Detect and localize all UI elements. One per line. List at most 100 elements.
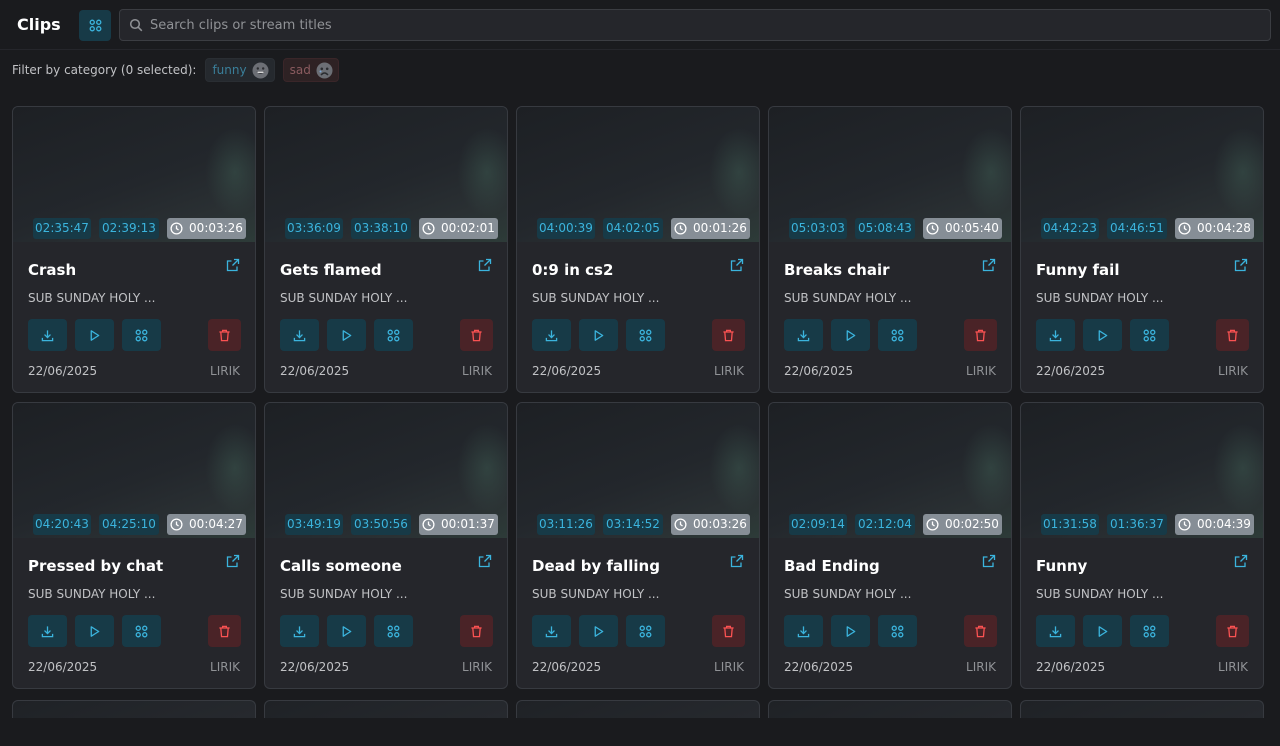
play-button[interactable] bbox=[327, 615, 366, 647]
grinning-face-icon bbox=[252, 62, 269, 79]
clip-end-time: 01:36:37 bbox=[1107, 514, 1167, 535]
view-toggle-button[interactable] bbox=[79, 10, 111, 41]
search-input[interactable] bbox=[150, 10, 1260, 40]
categorize-button[interactable] bbox=[626, 615, 665, 647]
delete-button[interactable] bbox=[208, 319, 241, 351]
clip-title: Gets flamed bbox=[280, 261, 382, 279]
clip-duration: 00:01:37 bbox=[441, 517, 495, 531]
categorize-button[interactable] bbox=[374, 615, 413, 647]
download-icon bbox=[1049, 329, 1062, 341]
clip-start-time: 03:49:19 bbox=[285, 514, 343, 535]
play-button[interactable] bbox=[75, 319, 114, 351]
external-link-icon[interactable] bbox=[1234, 554, 1248, 568]
clip-card-partial bbox=[516, 700, 760, 718]
clip-end-time: 04:46:51 bbox=[1107, 218, 1167, 239]
categorize-button[interactable] bbox=[878, 319, 917, 351]
clock-icon bbox=[1178, 222, 1191, 235]
clip-channel: LIRIK bbox=[714, 364, 744, 378]
search-box[interactable] bbox=[119, 9, 1271, 41]
download-button[interactable] bbox=[532, 615, 571, 647]
stream-title: SUB SUNDAY HOLY ... bbox=[280, 291, 408, 305]
delete-button[interactable] bbox=[208, 615, 241, 647]
clip-channel: LIRIK bbox=[210, 660, 240, 674]
download-button[interactable] bbox=[784, 319, 823, 351]
categorize-button[interactable] bbox=[626, 319, 665, 351]
clip-card-partial bbox=[1020, 700, 1264, 718]
categorize-button[interactable] bbox=[878, 615, 917, 647]
external-link-icon[interactable] bbox=[982, 258, 996, 272]
grid-icon bbox=[387, 625, 400, 637]
play-button[interactable] bbox=[579, 615, 618, 647]
download-button[interactable] bbox=[280, 615, 319, 647]
download-icon bbox=[1049, 625, 1062, 637]
external-link-icon[interactable] bbox=[1234, 258, 1248, 272]
clip-card: 02:35:47 02:39:13 00:03:26 Crash SUB SUN… bbox=[12, 106, 256, 393]
categorize-button[interactable] bbox=[122, 319, 161, 351]
categorize-button[interactable] bbox=[122, 615, 161, 647]
clip-card: 05:03:03 05:08:43 00:05:40 Breaks chair … bbox=[768, 106, 1012, 393]
external-link-icon[interactable] bbox=[226, 258, 240, 272]
stream-title: SUB SUNDAY HOLY ... bbox=[784, 587, 912, 601]
external-link-icon[interactable] bbox=[730, 554, 744, 568]
download-button[interactable] bbox=[28, 615, 67, 647]
clip-duration: 00:04:27 bbox=[189, 517, 243, 531]
clock-icon bbox=[422, 518, 435, 531]
play-button[interactable] bbox=[579, 319, 618, 351]
delete-button[interactable] bbox=[964, 615, 997, 647]
delete-button[interactable] bbox=[712, 615, 745, 647]
download-icon bbox=[797, 329, 810, 341]
clip-date: 22/06/2025 bbox=[784, 660, 854, 674]
categorize-button[interactable] bbox=[374, 319, 413, 351]
download-icon bbox=[545, 329, 558, 341]
play-icon bbox=[342, 329, 352, 341]
download-button[interactable] bbox=[784, 615, 823, 647]
delete-button[interactable] bbox=[460, 615, 493, 647]
categorize-button[interactable] bbox=[1130, 615, 1169, 647]
delete-button[interactable] bbox=[460, 319, 493, 351]
external-link-icon[interactable] bbox=[478, 258, 492, 272]
stream-title: SUB SUNDAY HOLY ... bbox=[280, 587, 408, 601]
category-chip-sad[interactable]: sad bbox=[282, 58, 339, 82]
play-button[interactable] bbox=[75, 615, 114, 647]
play-button[interactable] bbox=[831, 615, 870, 647]
play-button[interactable] bbox=[327, 319, 366, 351]
clip-duration: 00:05:40 bbox=[945, 221, 999, 235]
clip-duration-badge: 00:02:50 bbox=[923, 514, 1002, 535]
trash-icon bbox=[219, 625, 230, 637]
delete-button[interactable] bbox=[1216, 319, 1249, 351]
clock-icon bbox=[170, 222, 183, 235]
download-button[interactable] bbox=[1036, 615, 1075, 647]
delete-button[interactable] bbox=[712, 319, 745, 351]
clip-start-time: 04:42:23 bbox=[1041, 218, 1099, 239]
delete-button[interactable] bbox=[1216, 615, 1249, 647]
play-icon bbox=[594, 329, 604, 341]
clip-end-time: 04:25:10 bbox=[99, 514, 159, 535]
download-button[interactable] bbox=[1036, 319, 1075, 351]
download-button[interactable] bbox=[28, 319, 67, 351]
external-link-icon[interactable] bbox=[982, 554, 996, 568]
clip-duration-badge: 00:03:26 bbox=[671, 514, 750, 535]
clip-start-time: 02:35:47 bbox=[33, 218, 91, 239]
category-chip-funny[interactable]: funny bbox=[205, 58, 275, 82]
delete-button[interactable] bbox=[964, 319, 997, 351]
download-button[interactable] bbox=[280, 319, 319, 351]
download-button[interactable] bbox=[532, 319, 571, 351]
external-link-icon[interactable] bbox=[730, 258, 744, 272]
grid-icon bbox=[387, 329, 400, 341]
clock-icon bbox=[926, 518, 939, 531]
clip-card: 03:36:09 03:38:10 00:02:01 Gets flamed S… bbox=[264, 106, 508, 393]
stream-title: SUB SUNDAY HOLY ... bbox=[1036, 291, 1164, 305]
play-button[interactable] bbox=[831, 319, 870, 351]
categorize-button[interactable] bbox=[1130, 319, 1169, 351]
external-link-icon[interactable] bbox=[226, 554, 240, 568]
clip-title: Dead by falling bbox=[532, 557, 660, 575]
clip-start-time: 05:03:03 bbox=[789, 218, 847, 239]
external-link-icon[interactable] bbox=[478, 554, 492, 568]
clip-end-time: 03:14:52 bbox=[603, 514, 663, 535]
trash-icon bbox=[471, 329, 482, 341]
play-button[interactable] bbox=[1083, 319, 1122, 351]
clip-duration-badge: 00:05:40 bbox=[923, 218, 1002, 239]
play-button[interactable] bbox=[1083, 615, 1122, 647]
clock-icon bbox=[674, 518, 687, 531]
clip-end-time: 05:08:43 bbox=[855, 218, 915, 239]
